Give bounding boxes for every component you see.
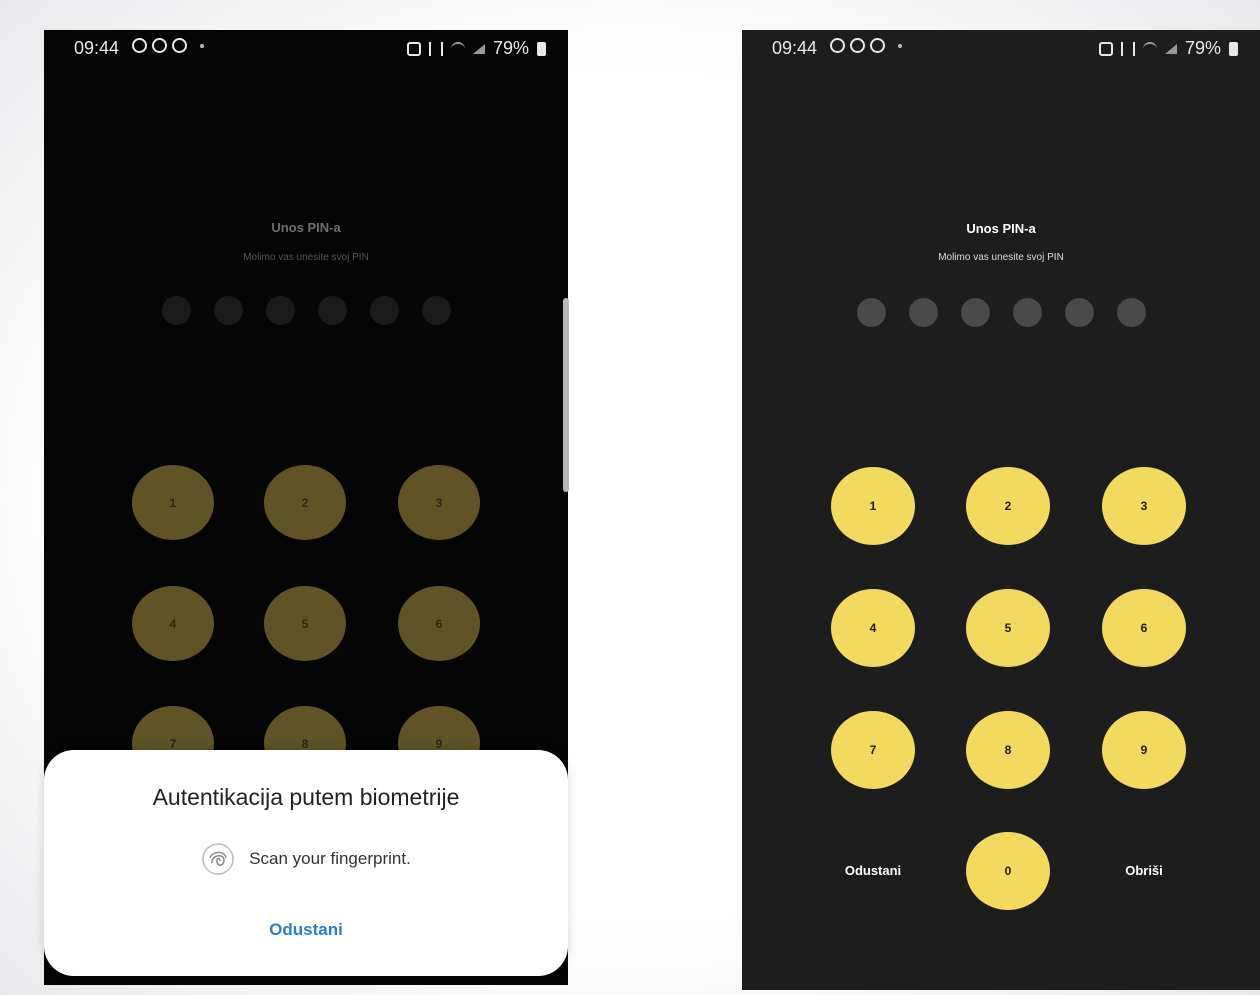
key-4[interactable]: 4 bbox=[831, 589, 915, 667]
pin-title: Unos PIN-a bbox=[966, 221, 1036, 236]
pin-dot bbox=[1012, 298, 1042, 327]
chat-notification-icon bbox=[132, 38, 147, 53]
pin-dot bbox=[161, 296, 191, 325]
biometric-cancel-button[interactable]: Odustani bbox=[44, 920, 568, 940]
signal-icon bbox=[1164, 43, 1177, 54]
chat-notification-icon bbox=[830, 38, 845, 53]
pin-dot bbox=[960, 298, 990, 327]
fingerprint-icon bbox=[202, 843, 234, 875]
pin-dot bbox=[265, 296, 295, 325]
phone-screen-pin: 09:44 79% Unos PIN-a Molimo vas unesite … bbox=[742, 30, 1260, 990]
notification-icons bbox=[132, 38, 204, 53]
more-notifications-icon bbox=[898, 43, 902, 48]
pin-dot bbox=[369, 296, 399, 325]
key-8[interactable]: 8 bbox=[966, 711, 1050, 789]
mute-icon bbox=[428, 41, 443, 56]
fingerprint-row: Scan your fingerprint. bbox=[44, 842, 568, 876]
key-5: 5 bbox=[264, 586, 346, 661]
alarm-icon bbox=[406, 41, 421, 56]
screen-edge-handle bbox=[563, 298, 569, 492]
key-4: 4 bbox=[132, 586, 214, 661]
biometric-bottom-sheet: Autentikacija putem biometrije Scan your… bbox=[44, 750, 568, 976]
key-5[interactable]: 5 bbox=[966, 589, 1050, 667]
pin-dot bbox=[1064, 298, 1094, 327]
system-icons: 79% bbox=[406, 38, 546, 59]
chat-notification-icon bbox=[152, 38, 167, 53]
battery-icon bbox=[537, 41, 546, 56]
mute-icon bbox=[1120, 41, 1135, 56]
status-bar: 09:44 79% bbox=[44, 30, 568, 66]
pin-dot bbox=[1116, 298, 1146, 327]
more-notifications-icon bbox=[200, 43, 204, 48]
key-6: 6 bbox=[398, 586, 480, 661]
pin-dot bbox=[856, 298, 886, 327]
system-icons: 79% bbox=[1098, 38, 1238, 59]
wifi-icon bbox=[1142, 41, 1157, 56]
pin-dots bbox=[44, 296, 568, 325]
key-9[interactable]: 9 bbox=[1102, 711, 1186, 789]
pin-subtitle: Molimo vas unesite svoj PIN bbox=[938, 252, 1064, 263]
media-notification-icon bbox=[172, 38, 187, 53]
key-0[interactable]: 0 bbox=[966, 832, 1050, 910]
delete-button[interactable]: Obriši bbox=[1084, 863, 1204, 878]
pin-dot bbox=[421, 296, 451, 325]
notification-icons bbox=[830, 38, 902, 53]
pin-dots bbox=[742, 298, 1260, 327]
key-2: 2 bbox=[264, 465, 346, 540]
key-7[interactable]: 7 bbox=[831, 711, 915, 789]
battery-percent: 79% bbox=[1184, 38, 1221, 58]
key-3: 3 bbox=[398, 465, 480, 540]
cancel-button[interactable]: Odustani bbox=[813, 863, 933, 878]
pin-dot bbox=[908, 298, 938, 327]
alarm-icon bbox=[1098, 41, 1113, 56]
wifi-icon bbox=[450, 41, 465, 56]
key-1[interactable]: 1 bbox=[831, 467, 915, 545]
key-6[interactable]: 6 bbox=[1102, 589, 1186, 667]
status-time: 09:44 bbox=[772, 38, 818, 58]
pin-dot bbox=[317, 296, 347, 325]
pin-title: Unos PIN-a bbox=[271, 220, 341, 235]
battery-icon bbox=[1229, 41, 1238, 56]
chat-notification-icon bbox=[850, 38, 865, 53]
status-bar: 09:44 79% bbox=[742, 30, 1260, 66]
media-notification-icon bbox=[870, 38, 885, 53]
key-3[interactable]: 3 bbox=[1102, 467, 1186, 545]
pin-dot bbox=[213, 296, 243, 325]
key-2[interactable]: 2 bbox=[966, 467, 1050, 545]
battery-percent: 79% bbox=[492, 38, 529, 58]
biometric-title: Autentikacija putem biometrije bbox=[152, 784, 460, 810]
fingerprint-instruction: Scan your fingerprint. bbox=[249, 849, 411, 868]
status-time: 09:44 bbox=[74, 38, 120, 58]
signal-icon bbox=[472, 43, 485, 54]
key-1: 1 bbox=[132, 465, 214, 540]
pin-subtitle: Molimo vas unesite svoj PIN bbox=[243, 252, 369, 263]
